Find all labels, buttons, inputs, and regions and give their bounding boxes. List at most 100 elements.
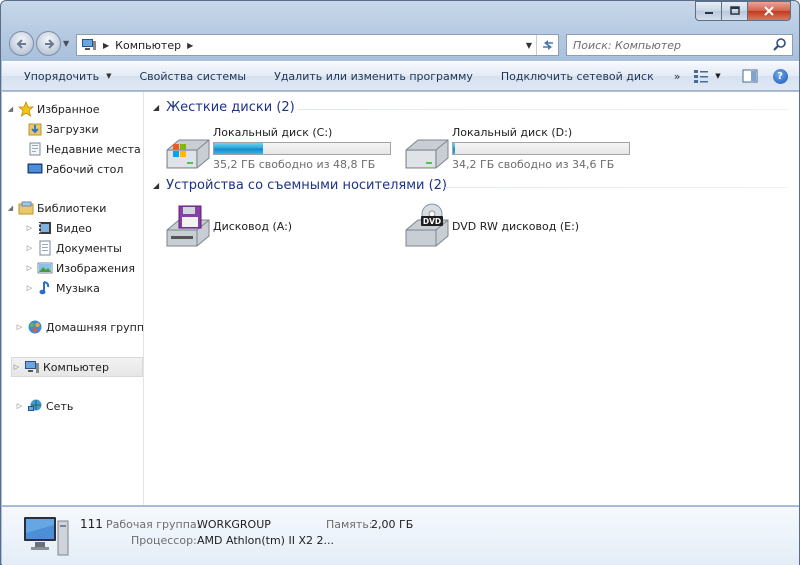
drive-usage-bar <box>213 142 391 155</box>
tree-label: Рабочий стол <box>46 162 124 176</box>
search-icon[interactable] <box>772 37 788 53</box>
collapse-icon: ◢ <box>153 181 160 190</box>
computer-large-icon <box>24 517 69 556</box>
expand-toggle[interactable]: ▷ <box>25 224 34 232</box>
toolbar-right: ▼ ? <box>687 62 799 90</box>
downloads-folder-icon <box>26 121 43 137</box>
tree-label: Библиотеки <box>37 201 107 215</box>
tree-label: Компьютер <box>43 360 109 374</box>
tree-pictures[interactable]: ▷ Изображения <box>25 258 135 278</box>
drive-free-space: 35,2 ГБ свободно из 48,8 ГБ <box>213 158 376 171</box>
expand-toggle[interactable]: ▷ <box>25 284 34 292</box>
tree-libraries[interactable]: ◢ Библиотеки <box>6 198 106 218</box>
forward-button[interactable] <box>36 31 61 56</box>
refresh-icon <box>542 40 553 50</box>
documents-icon <box>36 240 53 256</box>
drive-e[interactable]: DVD DVD RW дисковод (E:) <box>402 202 579 250</box>
breadcrumb-separator[interactable]: ▶ <box>103 41 109 50</box>
expand-toggle[interactable]: ▷ <box>25 264 34 272</box>
close-button[interactable] <box>747 1 791 21</box>
view-icon <box>694 70 709 83</box>
usage-fill <box>214 143 264 154</box>
drive-name: DVD RW дисковод (E:) <box>452 220 580 233</box>
tree-favorites[interactable]: ◢ Избранное <box>6 99 99 119</box>
system-properties-button[interactable]: Свойства системы <box>122 64 257 88</box>
memory-value: 2,00 ГБ <box>371 518 414 531</box>
minimize-button[interactable] <box>695 1 721 21</box>
tree-label: Музыка <box>56 281 100 295</box>
computer-name: 111 <box>80 517 103 531</box>
group-title: Жесткие диски (2) <box>166 100 295 115</box>
preview-pane-icon <box>742 69 758 83</box>
refresh-button[interactable] <box>536 35 558 55</box>
floppy-drive-icon <box>166 205 210 247</box>
search-box[interactable] <box>566 34 793 56</box>
organize-label: Упорядочить <box>24 69 100 83</box>
collapse-icon: ◢ <box>153 103 160 112</box>
tree-video[interactable]: ▷ Видео <box>25 218 92 238</box>
drive-free-space: 34,2 ГБ свободно из 34,6 ГБ <box>452 158 615 171</box>
breadcrumb-computer[interactable]: Компьютер <box>115 39 181 52</box>
memory-label: Память: <box>326 518 373 531</box>
uninstall-program-button[interactable]: Удалить или изменить программу <box>256 64 483 88</box>
items-pane[interactable]: ◢ Жесткие диски (2) Локальный диск (C:) … <box>145 92 799 505</box>
help-button[interactable]: ? <box>767 64 793 88</box>
minimize-icon <box>704 12 713 14</box>
tree-downloads[interactable]: Загрузки <box>15 119 99 139</box>
processor-label: Процессор: <box>131 534 197 547</box>
processor-value: AMD Athlon(tm) II X2 2... <box>197 534 334 547</box>
tree-music[interactable]: ▷ Музыка <box>25 278 100 298</box>
expand-toggle[interactable]: ◢ <box>6 204 15 212</box>
expand-toggle[interactable]: ▷ <box>12 363 21 371</box>
maximize-button[interactable] <box>721 1 747 21</box>
tree-label: Видео <box>56 221 92 235</box>
drive-usage-bar <box>452 142 630 155</box>
tree-label: Изображения <box>56 261 135 275</box>
arrow-right-icon <box>44 38 54 49</box>
group-divider <box>298 109 788 110</box>
desktop-icon <box>26 161 43 177</box>
navigation-buttons: ▼ <box>9 31 73 56</box>
organize-menu[interactable]: Упорядочить ▼ <box>2 64 122 88</box>
group-title: Устройства со съемными носителями (2) <box>166 178 448 193</box>
tree-label: Загрузки <box>46 122 99 136</box>
dvd-drive-icon: DVD <box>405 203 449 247</box>
details-pane: 111 Рабочая группа: WORKGROUP Память: 2,… <box>2 506 799 565</box>
tree-label: Избранное <box>37 102 100 116</box>
group-header-hard-disks[interactable]: ◢ Жесткие диски (2) <box>153 100 295 115</box>
preview-pane-button[interactable] <box>737 64 763 88</box>
homegroup-icon <box>26 319 43 335</box>
drive-a[interactable]: Дисковод (A:) <box>163 202 292 250</box>
expand-toggle[interactable]: ◢ <box>6 105 15 113</box>
help-icon: ? <box>772 68 788 84</box>
expand-toggle[interactable]: ▷ <box>15 323 24 331</box>
chevron-down-icon: ▼ <box>715 72 721 80</box>
drive-d[interactable]: Локальный диск (D:) 34,2 ГБ свободно из … <box>402 124 630 172</box>
back-button[interactable] <box>9 31 34 56</box>
map-network-drive-button[interactable]: Подключить сетевой диск <box>483 64 664 88</box>
search-input[interactable] <box>573 38 773 52</box>
navigation-pane[interactable]: ◢ Избранное Загрузки Недавние места Рабо… <box>2 92 144 505</box>
tree-network[interactable]: ▷ Сеть <box>15 396 73 416</box>
libraries-icon <box>17 200 34 216</box>
breadcrumb-separator[interactable]: ▶ <box>187 41 193 50</box>
hard-disk-icon <box>405 139 449 169</box>
tree-desktop[interactable]: Рабочий стол <box>15 159 123 179</box>
tree-recent-places[interactable]: Недавние места <box>15 139 141 159</box>
drive-c[interactable]: Локальный диск (C:) 35,2 ГБ свободно из … <box>163 124 391 172</box>
address-history-dropdown[interactable]: ▼ <box>526 41 532 50</box>
expand-toggle[interactable]: ▷ <box>15 402 24 410</box>
recent-pages-dropdown[interactable]: ▼ <box>63 39 73 48</box>
drive-name: Локальный диск (C:) <box>213 126 333 139</box>
group-header-removable[interactable]: ◢ Устройства со съемными носителями (2) <box>153 178 447 193</box>
drive-info: Локальный диск (C:) 35,2 ГБ свободно из … <box>213 124 391 172</box>
tree-homegroup[interactable]: ▷ Домашняя группа <box>15 317 143 337</box>
address-bar[interactable]: ▶ Компьютер ▶ ▼ <box>76 34 559 56</box>
computer-icon <box>82 39 96 50</box>
command-bar: Упорядочить ▼ Свойства системы Удалить и… <box>2 61 799 91</box>
tree-computer[interactable]: ▷ Компьютер <box>11 357 143 377</box>
music-icon <box>36 280 53 296</box>
tree-documents[interactable]: ▷ Документы <box>25 238 122 258</box>
change-view-button[interactable]: ▼ <box>687 64 727 88</box>
expand-toggle[interactable]: ▷ <box>25 244 34 252</box>
